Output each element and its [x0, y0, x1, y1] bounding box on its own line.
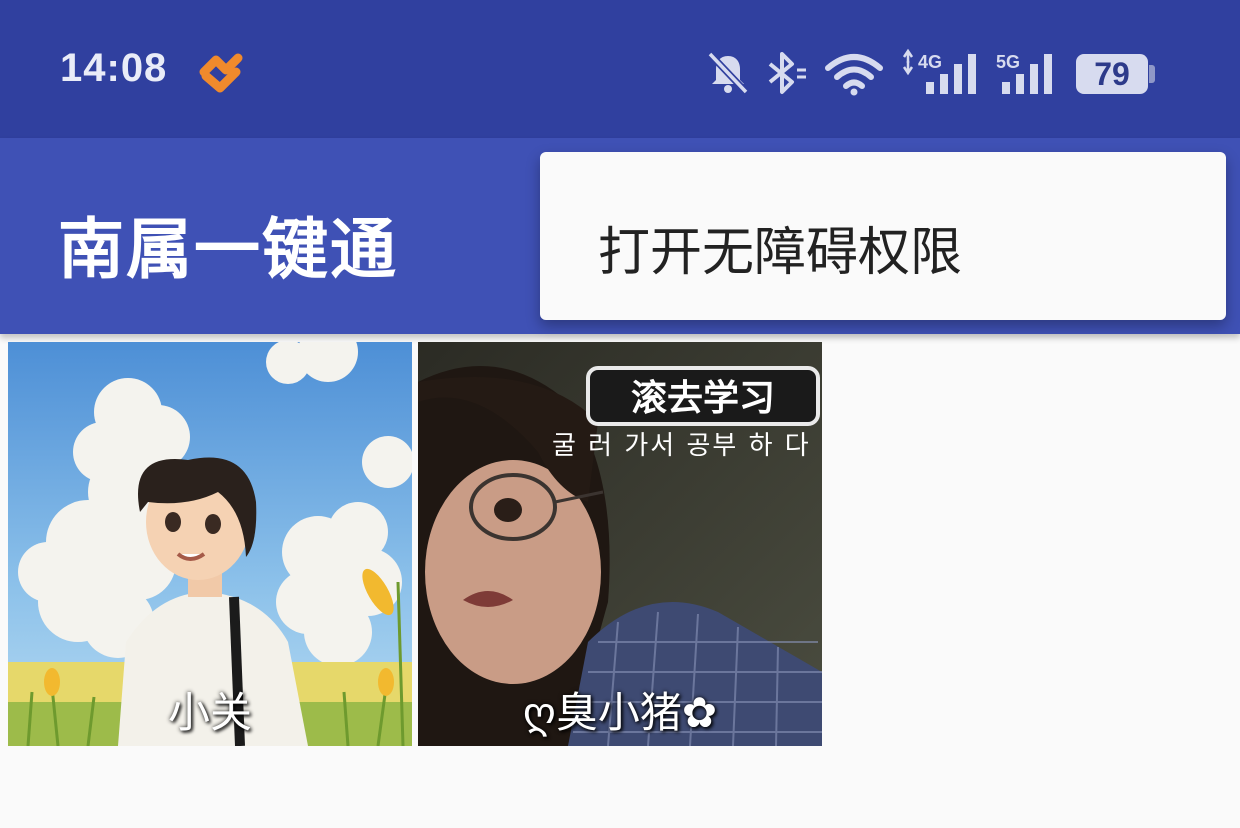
menu-item-open-accessibility[interactable]: 打开无障碍权限 [598, 210, 962, 285]
bluetooth-icon [768, 52, 806, 94]
status-bar: 14:08 4G 5G 79 [0, 0, 1240, 138]
signal-5g-label: 5G [996, 52, 1020, 72]
wifi-icon [825, 54, 883, 96]
signal-4g-label: 4G [918, 52, 942, 72]
battery-cap [1149, 65, 1155, 83]
overflow-menu: 打开无障碍权限 [540, 152, 1226, 320]
contact-name: ღ臭小猪✿ [522, 688, 718, 737]
app-title: 南属一键通 [58, 211, 398, 288]
contact-name: 小关 [167, 688, 252, 737]
battery-level: 79 [1094, 56, 1130, 92]
bell-muted-icon [707, 51, 749, 95]
meme-overlay-title: 滚去学习 [631, 377, 775, 419]
signal-4g-icon: 4G [902, 48, 976, 94]
battery-icon: 79 [1076, 54, 1148, 94]
contact-card-chouxiaozhu[interactable]: 滚去学习 굴 러 가서 공부 하 다 ღ臭小猪✿ [418, 342, 822, 746]
status-time: 14:08 [60, 46, 168, 90]
contact-card-xiaoguan[interactable]: 小关 [8, 342, 412, 746]
app-notification-icon [199, 53, 243, 93]
signal-5g-icon: 5G [996, 52, 1052, 94]
meme-overlay-subtitle: 굴 러 가서 공부 하 다 [552, 431, 811, 461]
